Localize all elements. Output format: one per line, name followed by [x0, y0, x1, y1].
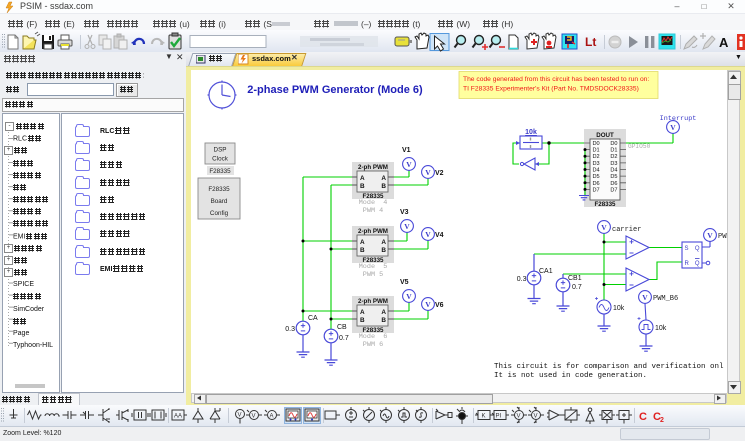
svg-text:R: R [685, 261, 690, 267]
svg-text:0.3: 0.3 [517, 276, 527, 283]
svg-text:Mode 6: Mode 6 [359, 333, 388, 341]
svg-text:D5: D5 [610, 174, 617, 180]
svg-text:0.7: 0.7 [339, 335, 349, 342]
svg-text:Q: Q [695, 261, 700, 267]
svg-text:0.3: 0.3 [285, 326, 295, 333]
svg-text:It is not used in code generat: It is not used in code generation. [494, 372, 647, 380]
svg-text:GPIO50: GPIO50 [628, 143, 651, 150]
svg-text:A: A [719, 35, 729, 50]
svg-text:V2: V2 [435, 170, 444, 177]
svg-text:DSP: DSP [214, 147, 227, 154]
svg-text:D0: D0 [610, 141, 617, 147]
svg-text:CA1: CA1 [539, 268, 553, 275]
svg-text:Clock: Clock [212, 156, 229, 163]
svg-text:PWM_B6: PWM_B6 [653, 295, 678, 303]
svg-text:0.7: 0.7 [572, 284, 582, 291]
svg-text:F28335: F28335 [595, 201, 617, 208]
svg-text:V: V [534, 414, 538, 420]
svg-text:V3: V3 [400, 209, 409, 216]
svg-text:D5: D5 [593, 174, 600, 180]
svg-text:PI: PI [496, 414, 502, 420]
svg-text:PWM_A: PWM_A [718, 233, 727, 241]
svg-text:carrier: carrier [612, 226, 641, 234]
svg-text:V4: V4 [435, 232, 444, 239]
svg-text:V1: V1 [402, 147, 411, 154]
svg-text:C: C [639, 411, 647, 423]
svg-text:F28335: F28335 [208, 186, 230, 193]
svg-text:D3: D3 [610, 161, 617, 167]
svg-text:TI F28335 Experimenter's Kit (: TI F28335 Experimenter's Kit (Part No. T… [463, 86, 639, 93]
svg-text:CB1: CB1 [568, 275, 582, 282]
svg-text:Config: Config [210, 210, 229, 217]
svg-text:PWM 5: PWM 5 [363, 271, 383, 279]
svg-text:D7: D7 [593, 187, 600, 193]
svg-text:D6: D6 [593, 181, 600, 187]
svg-text:A: A [270, 414, 274, 420]
svg-text:D0: D0 [593, 141, 600, 147]
svg-text:Board: Board [211, 198, 228, 205]
svg-text:F28335: F28335 [209, 168, 231, 175]
svg-text:V5: V5 [400, 279, 409, 286]
svg-text:Q: Q [695, 246, 700, 252]
svg-text:Mode 5: Mode 5 [359, 263, 388, 271]
svg-text:D3: D3 [593, 161, 600, 167]
svg-text:CB: CB [337, 324, 347, 331]
svg-text:2: 2 [660, 417, 664, 424]
svg-text:V6: V6 [435, 302, 444, 309]
svg-text:K: K [482, 414, 486, 420]
svg-text:PWM 4: PWM 4 [363, 207, 383, 215]
svg-text:Interrupt: Interrupt [660, 115, 697, 123]
svg-text:2-phase PWM Generator (Mode 6): 2-phase PWM Generator (Mode 6) [247, 84, 423, 96]
svg-text:D1: D1 [593, 148, 600, 154]
svg-text:DOUT: DOUT [596, 132, 614, 139]
svg-text:V: V [517, 414, 521, 420]
svg-text:AA: AA [174, 414, 182, 420]
svg-text:D4: D4 [610, 168, 617, 174]
svg-text:The code generated from this c: The code generated from this circuit has… [463, 76, 649, 83]
svg-text:10k: 10k [525, 129, 537, 136]
svg-text:Lt: Lt [585, 35, 596, 49]
svg-text:V: V [252, 414, 256, 420]
svg-text:This circuit is for comparison: This circuit is for comparison and verif… [494, 363, 724, 371]
svg-text:PWM 6: PWM 6 [363, 341, 383, 349]
svg-text:10k: 10k [655, 325, 667, 332]
svg-text:CA: CA [308, 315, 318, 322]
svg-text:D6: D6 [610, 181, 617, 187]
svg-text:D2: D2 [610, 154, 617, 160]
svg-text:D1: D1 [610, 148, 617, 154]
svg-text:V: V [238, 413, 242, 419]
svg-text:S: S [685, 246, 689, 252]
svg-text:D2: D2 [593, 154, 600, 160]
svg-text:Mode 4: Mode 4 [359, 199, 388, 207]
svg-text:D7: D7 [610, 187, 617, 193]
svg-text:10k: 10k [613, 305, 625, 312]
svg-text:D4: D4 [593, 168, 600, 174]
